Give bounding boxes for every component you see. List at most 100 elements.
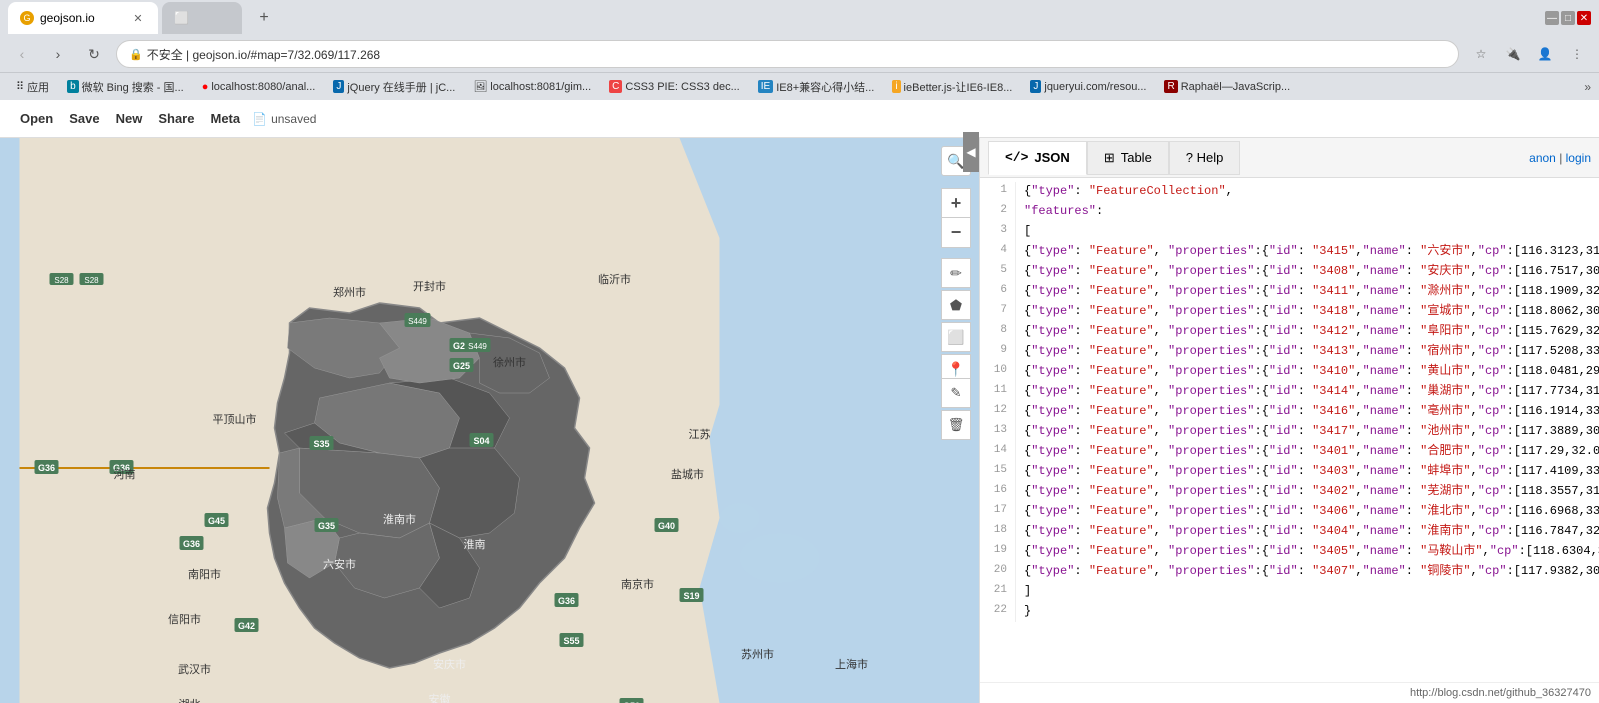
city-nanjing: 南京市: [621, 577, 654, 591]
svg-text:S28: S28: [84, 276, 99, 285]
line-number: 12: [980, 402, 1016, 422]
person-btn[interactable]: 👤: [1531, 40, 1559, 68]
active-tab[interactable]: G geojson.io ✕: [8, 2, 158, 34]
line-number: 13: [980, 422, 1016, 442]
login-link[interactable]: login: [1566, 151, 1591, 165]
json-line: 17{"type": "Feature", "properties":{"id"…: [980, 502, 1599, 522]
bookmark-localhost1-label: localhost:8080/anal...: [211, 81, 315, 93]
line-number: 20: [980, 562, 1016, 582]
draw-square-btn[interactable]: ⬜: [941, 322, 971, 352]
tab-help[interactable]: ? Help: [1169, 141, 1241, 175]
line-number: 15: [980, 462, 1016, 482]
json-panel-header: </> JSON ⊞ Table ? Help anon | login: [980, 138, 1599, 178]
svg-text:S19: S19: [683, 591, 699, 601]
new-btn[interactable]: New: [108, 107, 151, 130]
city-huainan: 淮南市: [383, 512, 416, 526]
bookmark-raphael[interactable]: R Raphaël—JavaScrip...: [1156, 77, 1298, 96]
bookmark-localhost2[interactable]: 🖼 localhost:8081/gim...: [465, 77, 599, 96]
json-line: 7{"type": "Feature", "properties":{"id":…: [980, 302, 1599, 322]
bookmark-css3-label: CSS3 PIE: CSS3 dec...: [625, 81, 739, 93]
bookmark-jquery[interactable]: J jQuery 在线手册 | jC...: [325, 76, 463, 98]
forward-btn[interactable]: ›: [44, 40, 72, 68]
svg-text:G45: G45: [208, 516, 225, 526]
save-btn[interactable]: Save: [61, 107, 107, 130]
line-content: {"type": "Feature", "properties":{"id": …: [1024, 382, 1599, 402]
city-shanghai: 上海市: [835, 657, 868, 671]
map-area[interactable]: G36 S28 S28 G36 G36 G25 G25: [0, 138, 979, 703]
tab-close-btn[interactable]: ✕: [130, 10, 146, 26]
tab-table[interactable]: ⊞ Table: [1087, 141, 1169, 175]
line-content: {"type": "Feature", "properties":{"id": …: [1024, 302, 1599, 322]
edit-btn[interactable]: ✎: [941, 378, 971, 408]
tab-json[interactable]: </> JSON: [988, 141, 1087, 175]
panel-collapse-btn[interactable]: ◀: [963, 132, 979, 172]
tab-favicon: G: [20, 11, 34, 25]
json-line: 9{"type": "Feature", "properties":{"id":…: [980, 342, 1599, 362]
line-content: {"type": "Feature", "properties":{"id": …: [1024, 322, 1599, 342]
bookmark-jqueryui[interactable]: J jqueryui.com/resou...: [1022, 77, 1154, 96]
minimize-btn[interactable]: —: [1545, 11, 1559, 25]
anon-link[interactable]: anon: [1529, 151, 1559, 165]
city-zhengzhou: 郑州市: [333, 285, 366, 299]
draw-line-btn[interactable]: ✏: [941, 258, 971, 288]
inactive-tab-label: ⬜: [174, 11, 189, 25]
bookmark-css3[interactable]: C CSS3 PIE: CSS3 dec...: [601, 77, 748, 96]
main-content: G36 S28 S28 G36 G36 G25 G25: [0, 138, 1599, 703]
city-kaifeng: 开封市: [413, 279, 446, 293]
bookmark-apps[interactable]: ⠿ 应用: [8, 76, 57, 98]
json-content[interactable]: 1{"type": "FeatureCollection",2"features…: [980, 178, 1599, 682]
line-number: 8: [980, 322, 1016, 342]
address-text: 不安全 | geojson.io/#map=7/32.069/117.268: [147, 46, 380, 63]
line-number: 5: [980, 262, 1016, 282]
share-btn[interactable]: Share: [150, 107, 202, 130]
bookmark-star-btn[interactable]: ☆: [1467, 40, 1495, 68]
bookmarks-overflow[interactable]: »: [1584, 80, 1591, 94]
json-line: 14{"type": "Feature", "properties":{"id"…: [980, 442, 1599, 462]
refresh-btn[interactable]: ↻: [80, 40, 108, 68]
address-bar[interactable]: 🔒 不安全 | geojson.io/#map=7/32.069/117.268: [116, 40, 1459, 68]
bookmark-ie[interactable]: IE IE8+兼容心得小结...: [750, 76, 883, 98]
svg-text:G36: G36: [558, 596, 575, 606]
json-line: 8 {"type": "Feature", "properties":{"id":…: [980, 322, 1599, 342]
zoom-controls: + −: [941, 188, 971, 248]
unsaved-label: unsaved: [271, 112, 316, 126]
open-btn[interactable]: Open: [12, 107, 61, 130]
maximize-btn[interactable]: □: [1561, 11, 1575, 25]
table-icon: ⊞: [1104, 150, 1115, 166]
apps-icon: ⠿: [16, 80, 24, 93]
delete-btn[interactable]: 🗑: [941, 410, 971, 440]
svg-text:S35: S35: [313, 439, 329, 449]
new-tab-btn[interactable]: +: [250, 4, 278, 32]
user-area: anon | login: [1529, 151, 1591, 165]
zoom-out-btn[interactable]: −: [941, 218, 971, 248]
line-content: {"type": "Feature", "properties":{"id": …: [1024, 482, 1599, 502]
line-content: }: [1024, 602, 1599, 622]
security-icon: 🔒: [129, 48, 143, 61]
meta-btn[interactable]: Meta: [202, 107, 248, 130]
bookmark-bing[interactable]: b 微软 Bing 搜索 - 国...: [59, 76, 192, 98]
draw-polygon-btn[interactable]: ⬟: [941, 290, 971, 320]
line-number: 18: [980, 522, 1016, 542]
back-btn[interactable]: ‹: [8, 40, 36, 68]
status-url: http://blog.csdn.net/github_36327470: [1410, 687, 1591, 699]
bookmark-localhost1[interactable]: ● localhost:8080/anal...: [194, 78, 324, 96]
svg-text:S28: S28: [54, 276, 69, 285]
bookmark-ie-label: IE8+兼容心得小结...: [776, 79, 874, 95]
city-hefei-label: 淮南: [464, 538, 486, 551]
line-number: 10: [980, 362, 1016, 382]
city-hb: 湖北: [179, 698, 201, 703]
css3-icon: C: [609, 80, 622, 93]
svg-text:G40: G40: [658, 521, 675, 531]
line-content: {"type": "Feature", "properties":{"id": …: [1024, 342, 1599, 362]
zoom-in-btn[interactable]: +: [941, 188, 971, 218]
line-number: 3: [980, 222, 1016, 242]
menu-btn[interactable]: ⋮: [1563, 40, 1591, 68]
close-btn[interactable]: ✕: [1577, 11, 1591, 25]
json-line: 12{"type": "Feature", "properties":{"id"…: [980, 402, 1599, 422]
app-toolbar: Open Save New Share Meta 📄 unsaved: [0, 100, 1599, 138]
bing-icon: b: [67, 80, 79, 93]
bookmark-iebetter[interactable]: i ieBetter.js-让IE6-IE8...: [884, 76, 1020, 98]
inactive-tab[interactable]: ⬜: [162, 2, 242, 34]
city-anhui: 安徽: [429, 692, 451, 703]
extension-btn[interactable]: 🔌: [1499, 40, 1527, 68]
